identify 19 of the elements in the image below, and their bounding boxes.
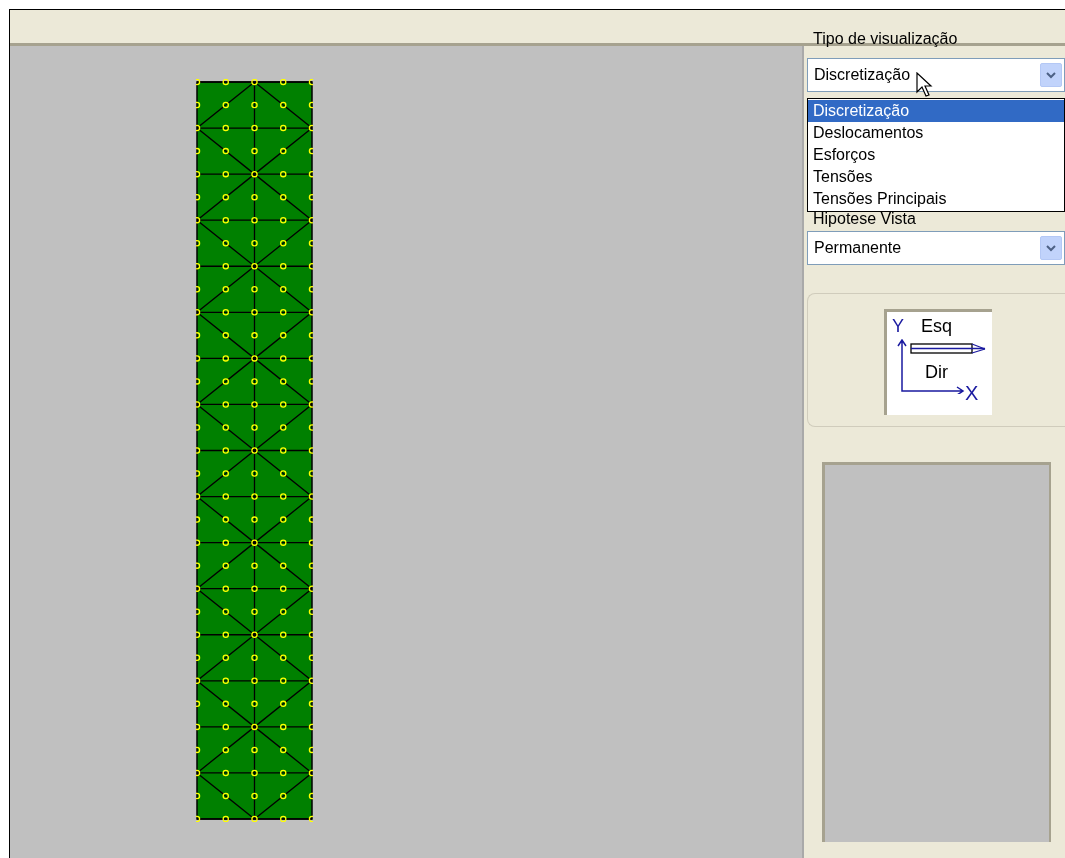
dropdown-option[interactable]: Tensões bbox=[808, 166, 1064, 188]
chevron-down-icon bbox=[1046, 244, 1056, 252]
dropdown-button[interactable] bbox=[1040, 236, 1062, 260]
visualization-dropdown[interactable]: Discretização bbox=[807, 58, 1065, 92]
hypothesis-dropdown[interactable]: Permanente bbox=[807, 231, 1065, 265]
dropdown-option[interactable]: Esforços bbox=[808, 144, 1064, 166]
field-label: Tipo de visualização bbox=[812, 30, 959, 49]
dropdown-option[interactable]: Deslocamentos bbox=[808, 122, 1064, 144]
axes-arrow-icon bbox=[897, 339, 965, 394]
dropdown-button[interactable] bbox=[1040, 63, 1062, 87]
beam-icon bbox=[910, 342, 987, 356]
field-label: Hipotese Vista bbox=[812, 210, 917, 228]
side-label: Esq bbox=[921, 317, 953, 335]
side-label: Dir bbox=[925, 363, 948, 381]
axis-label: Y bbox=[892, 317, 904, 335]
dropdown-option[interactable]: Discretização bbox=[808, 100, 1064, 122]
dropdown-option[interactable]: Tensões Principais bbox=[808, 188, 1064, 210]
axis-label: X bbox=[965, 383, 979, 403]
chevron-down-icon bbox=[1046, 71, 1056, 79]
